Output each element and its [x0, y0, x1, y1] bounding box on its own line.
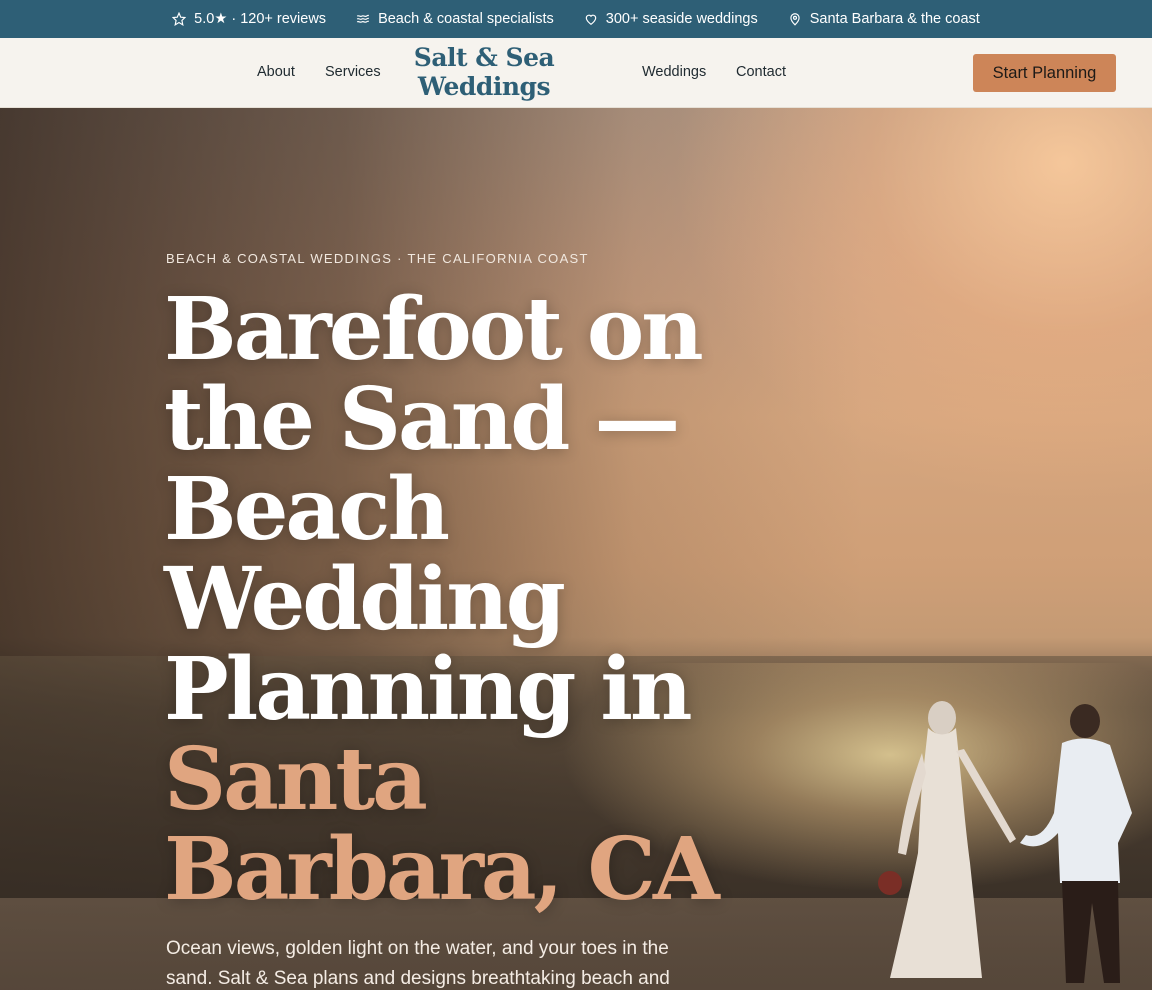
nav-link-weddings[interactable]: Weddings: [642, 64, 706, 80]
nav-link-about[interactable]: About: [257, 64, 295, 80]
main-nav: About Services Salt & Sea Weddings Weddi…: [0, 38, 1152, 108]
announcement-bar: 5.0★ · 120+ reviews Beach & coastal spec…: [0, 0, 1152, 38]
logo-line-1: Salt & Sea: [413, 43, 555, 72]
weddings-count-text: 300+ seaside weddings: [605, 11, 758, 27]
reviews-text: 5.0★ · 120+ reviews: [194, 11, 327, 27]
map-pin-icon: [790, 13, 800, 26]
reviews-badge: 5.0★ · 120+ reviews: [172, 11, 326, 27]
hero-section: BEACH & COASTAL WEDDINGS · THE CALIFORNI…: [0, 108, 1152, 990]
hero-lede: Ocean views, golden light on the water, …: [166, 938, 670, 989]
start-planning-button[interactable]: Start Planning: [973, 54, 1116, 92]
logo-line-2: Weddings: [417, 72, 551, 101]
nav-link-services[interactable]: Services: [325, 64, 381, 80]
heart-icon: [585, 14, 597, 25]
couple-silhouette-image: [878, 701, 1132, 983]
specialists-text: Beach & coastal specialists: [378, 11, 554, 27]
waves-icon: [356, 14, 369, 23]
hero-headline: Barefoot on the Sand — Beach Wedding Pla…: [164, 285, 764, 915]
hero-headline-accent: Santa Barbara, CA: [164, 729, 720, 920]
location-text: Santa Barbara & the coast: [809, 11, 980, 27]
weddings-count-badge: 300+ seaside weddings: [584, 11, 758, 27]
hero-headline-main: Barefoot on the Sand — Beach Wedding Pla…: [164, 279, 704, 740]
site-logo[interactable]: Salt & Sea Weddings: [411, 43, 557, 101]
star-icon: [172, 12, 187, 26]
nav-link-contact[interactable]: Contact: [736, 64, 786, 80]
location-badge: Santa Barbara & the coast: [788, 11, 980, 27]
hero-eyebrow: BEACH & COASTAL WEDDINGS · THE CALIFORNI…: [166, 251, 589, 266]
specialists-badge: Beach & coastal specialists: [356, 11, 554, 27]
